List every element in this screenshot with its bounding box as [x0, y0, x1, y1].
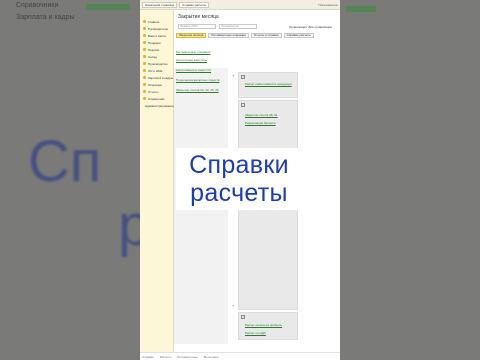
section-icon [143, 20, 146, 23]
bottom-item[interactable]: Расчеты [160, 355, 172, 359]
tabs-row: Закрытие месяца Регламентные операции От… [176, 33, 338, 38]
user-label[interactable]: Пользователь [319, 3, 338, 7]
panel-link[interactable]: Расчет себестоимости продукции [245, 82, 292, 86]
section-icon [143, 76, 146, 79]
section-icon [143, 83, 146, 86]
sidebar-item-assets[interactable]: ОС и НМА [140, 67, 173, 74]
section-icon [143, 48, 146, 51]
tab-month-close[interactable]: Закрытие месяца [176, 33, 207, 38]
checkbox-icon[interactable]: ✓ [241, 315, 245, 319]
tab-start-page[interactable]: Начальная страница [142, 1, 178, 8]
operation-link[interactable]: Амортизация и износ ОС [176, 68, 230, 72]
section-icon [143, 41, 146, 44]
section-icon [143, 69, 146, 72]
sidebar-item-sales[interactable]: Продажи [140, 39, 173, 46]
bottom-item[interactable]: Регламентные [177, 355, 197, 359]
section-icon [143, 27, 146, 30]
sidebar-item-warehouse[interactable]: Склад [140, 53, 173, 60]
checkbox-icon[interactable]: ✓ [241, 75, 245, 79]
panel-link[interactable]: Закрытие счетов 90, 91 [245, 113, 278, 117]
titlebar: Начальная страница Справки-расчеты Польз… [140, 0, 340, 10]
sidebar-item-purchases[interactable]: Покупки [140, 46, 173, 53]
sidebar-item-operations[interactable]: Операции [140, 81, 173, 88]
bottom-item[interactable]: Справки [142, 355, 154, 359]
tab-routine-operations[interactable]: Регламентные операции [208, 33, 249, 38]
sidebar-item-directory[interactable]: Справочник [140, 95, 173, 102]
sidebar-item-salary[interactable]: Зарплата и кадры [140, 74, 173, 81]
section-icon [143, 34, 146, 37]
bottom-item[interactable]: Выполнить [204, 355, 219, 359]
caption-overlay: Справки расчеты [176, 148, 302, 210]
operations-list: Начисление зарплаты Амортизация и износ … [176, 58, 230, 98]
organization-name[interactable]: Все организации [309, 25, 332, 29]
blurred-header-2: Зарплата и кадры [16, 14, 75, 21]
sidebar-item-bank[interactable]: Банк и касса [140, 32, 173, 39]
organization-value: Организация: Все организации [289, 25, 332, 29]
panel-link[interactable]: Реформация баланса [245, 121, 276, 125]
caption-line-2: расчеты [190, 179, 288, 207]
operation-panel-1: ✓ Расчет себестоимости продукции [238, 72, 298, 98]
sidebar-item-admin[interactable]: Администрирование [140, 102, 174, 109]
filter-row: Январь 2024 Организация Организация: Все… [178, 24, 338, 29]
sidebar-item-production[interactable]: Производство [140, 60, 173, 67]
operation-link[interactable]: Закрытие счетов 20, 23, 25, 26 [176, 88, 230, 92]
expand-icon[interactable]: + [232, 303, 234, 308]
organization-field[interactable]: Организация [219, 24, 257, 29]
sidebar-item-reports[interactable]: Отчеты [140, 88, 173, 95]
section-icon [143, 62, 146, 65]
tab-calc-certificates[interactable]: Справки-расчеты [283, 33, 314, 38]
section-icon [143, 55, 146, 58]
panel-link[interactable]: Расчет по НДС [245, 331, 266, 335]
blurred-header-1: Справочники [16, 2, 59, 9]
section-icon [143, 90, 146, 93]
section-icon [143, 97, 146, 100]
tab-reports[interactable]: Справки-расчеты [179, 1, 210, 8]
operation-link[interactable]: Переоценка валютных средств [176, 78, 230, 82]
page-title: Закрытие месяца [178, 14, 219, 20]
operation-link[interactable]: Начисление зарплаты [176, 58, 230, 62]
sidebar-item-main[interactable]: Главное [140, 18, 173, 25]
checkbox-icon[interactable]: ✓ [241, 103, 245, 107]
organization-label: Организация: [288, 24, 308, 29]
blurred-word-left-1: Сп [28, 129, 102, 194]
sidebar: Главное Руководителю Банк и касса Продаж… [140, 10, 174, 360]
blurred-green-bar-right [346, 6, 376, 12]
routine-operations-link[interactable]: Регламентные операции [176, 50, 210, 54]
tab-reports-certificates[interactable]: Отчеты и справки [250, 33, 282, 38]
sidebar-item-manager[interactable]: Руководителю [140, 25, 173, 32]
bottom-bar: Справки Расчеты Регламентные Выполнить [140, 352, 340, 360]
operation-panel-3: ✓ Расчет налога на прибыль Расчет по НДС [238, 312, 298, 340]
expand-icon[interactable]: + [232, 73, 234, 78]
period-field[interactable]: Январь 2024 [178, 24, 216, 29]
caption-line-1: Справки [189, 151, 289, 179]
panel-link[interactable]: Расчет налога на прибыль [245, 323, 282, 327]
blurred-green-bar [86, 4, 130, 10]
